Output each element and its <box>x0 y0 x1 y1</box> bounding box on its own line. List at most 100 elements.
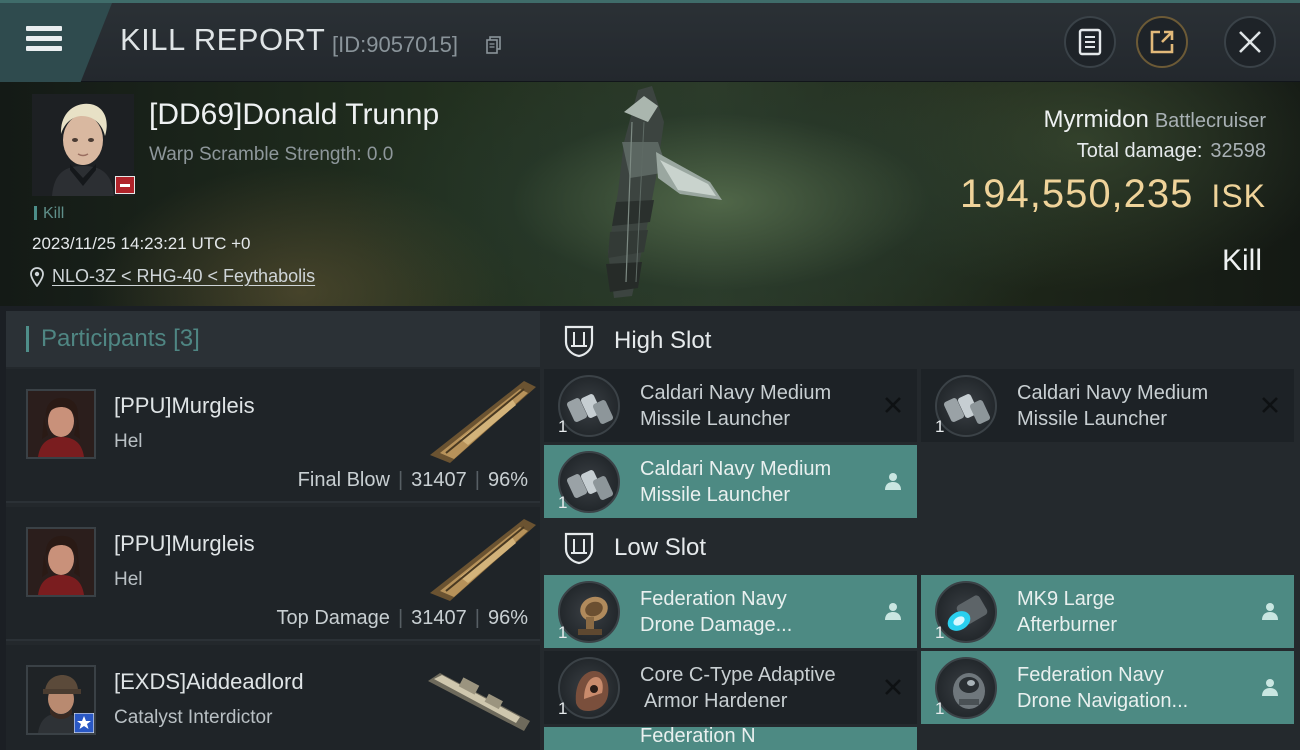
module-name: Caldari Navy Medium Missile Launcher <box>1017 380 1247 432</box>
close-icon <box>1239 31 1261 53</box>
location-link[interactable]: NLO-3Z < RHG-40 < Feythabolis <box>30 266 315 287</box>
location-text[interactable]: NLO-3Z < RHG-40 < Feythabolis <box>52 266 315 287</box>
low-slot-title: Low Slot <box>614 534 707 561</box>
module-item[interactable]: 1 Federation Navy Drone Damage... <box>544 575 917 648</box>
participant-damage: 31407 <box>411 469 467 491</box>
participant-ship-image <box>430 381 536 463</box>
participant-ship-image <box>430 519 536 601</box>
module-name: Caldari Navy Medium Missile Launcher <box>640 456 870 508</box>
participant-percent: 96% <box>487 607 528 629</box>
share-button[interactable] <box>1136 16 1188 68</box>
person-icon <box>1262 679 1278 696</box>
person-icon <box>1262 603 1278 620</box>
isk-unit: ISK <box>1211 178 1266 214</box>
ship-class: Battlecruiser <box>1154 110 1266 132</box>
hamburger-menu-icon[interactable] <box>26 24 64 54</box>
participant-percent: 96% <box>487 469 528 491</box>
hostile-standing-badge <box>115 176 135 194</box>
module-item[interactable]: 1 MK9 Large Afterburner <box>921 575 1294 648</box>
participant-damage: 31407 <box>411 607 467 629</box>
high-slot-header: High Slot <box>540 313 1300 369</box>
module-quantity: 1 <box>935 417 945 436</box>
x-icon <box>885 679 901 695</box>
report-id: [ID:9057015] <box>332 32 458 57</box>
module-quantity: 1 <box>935 699 945 718</box>
total-damage-value: 32598 <box>1210 140 1266 162</box>
isk-value: 194,550,235 ISK <box>960 172 1266 217</box>
module-name-line2: Afterburner <box>1017 614 1118 636</box>
module-name-line1: MK9 Large <box>1017 588 1115 610</box>
participant-portrait[interactable] <box>26 665 96 735</box>
module-item[interactable]: 1 Caldari Navy Medium Missile Launcher <box>544 369 917 442</box>
module-name: Federation N <box>640 727 870 749</box>
module-name-line2: Armor Hardener <box>644 690 788 712</box>
module-item[interactable]: 1 Core C-Type Adaptive Armor Hardener <box>544 651 917 724</box>
copy-icon[interactable] <box>486 36 502 54</box>
participant-role: Final Blow <box>297 469 390 491</box>
participants-label: Participants <box>41 325 167 352</box>
x-icon <box>885 397 901 413</box>
module-quantity: 1 <box>558 699 568 718</box>
low-slot-header: Low Slot <box>540 520 1300 576</box>
kill-tag: Kill <box>34 205 64 223</box>
module-item[interactable]: 1 Caldari Navy Medium Missile Launcher <box>544 445 917 518</box>
participant-role: Top Damage <box>276 607 390 629</box>
participant-name[interactable]: [EXDS]Aiddeadlord <box>114 669 304 695</box>
slot-shield-icon <box>564 325 594 358</box>
star-badge-icon <box>74 713 94 733</box>
module-name: Caldari Navy Medium Missile Launcher <box>640 380 870 432</box>
module-name-line1: Federation N <box>640 727 756 747</box>
participant-portrait[interactable] <box>26 527 96 597</box>
participant-portrait[interactable] <box>26 389 96 459</box>
top-bar: KILL REPORT [ID:9057015] <box>0 0 1300 82</box>
module-name: MK9 Large Afterburner <box>1017 586 1247 638</box>
ship-name-text: Myrmidon <box>1043 106 1149 133</box>
report-button[interactable] <box>1064 16 1116 68</box>
fitting-panel: High Slot 1 Caldari Navy Medium Missile … <box>540 311 1300 750</box>
slot-shield-icon <box>564 532 594 565</box>
page-title: KILL REPORT <box>120 22 326 57</box>
module-item[interactable]: 1 Caldari Navy Medium Missile Launcher <box>921 369 1294 442</box>
result-label: Kill <box>1221 244 1262 277</box>
module-name-line1: Caldari Navy Medium <box>1017 382 1209 404</box>
victim-ship-render <box>606 86 722 298</box>
participant-ship: Hel <box>114 431 143 452</box>
victim-name[interactable]: [DD69]Donald Trunnp <box>149 98 439 132</box>
x-icon <box>1262 397 1278 413</box>
high-slot-title: High Slot <box>614 327 712 354</box>
participant-name[interactable]: [PPU]Murgleis <box>114 531 255 557</box>
participants-header[interactable]: Participants [3] <box>6 311 540 367</box>
participant-ship-image <box>428 673 530 731</box>
participant-row[interactable]: [PPU]Murgleis Hel Final Blow | 31407 | 96% <box>6 369 540 503</box>
module-quantity: 1 <box>558 493 568 512</box>
module-item[interactable]: Federation N <box>544 727 917 750</box>
person-icon <box>885 603 901 620</box>
ship-name[interactable]: Myrmidon Battlecruiser <box>1043 106 1266 134</box>
document-icon <box>1078 28 1102 56</box>
person-icon <box>885 473 901 490</box>
warp-scramble-strength: Warp Scramble Strength: 0.0 <box>149 144 394 165</box>
total-damage: Total damage: 32598 <box>1077 140 1266 163</box>
module-item[interactable]: 1 Federation Navy Drone Navigation... <box>921 651 1294 724</box>
participants-panel: Participants [3] [PPU]Murgleis Hel Final… <box>6 311 540 750</box>
module-name: Core C-Type Adaptive Armor Hardener <box>640 662 870 714</box>
participant-row[interactable]: [EXDS]Aiddeadlord Catalyst Interdictor <box>6 645 540 750</box>
map-pin-icon <box>30 266 44 287</box>
close-button[interactable] <box>1224 16 1276 68</box>
module-name-line1: Caldari Navy Medium <box>640 382 832 404</box>
victim-summary: [DD69]Donald Trunnp Warp Scramble Streng… <box>0 82 1300 306</box>
participant-name[interactable]: [PPU]Murgleis <box>114 393 255 419</box>
module-name: Federation Navy Drone Damage... <box>640 586 870 638</box>
module-name-line2: Drone Navigation... <box>1017 690 1189 712</box>
participant-stats: Top Damage | 31407 | 96% <box>276 607 528 629</box>
participant-row[interactable]: [PPU]Murgleis Hel Top Damage | 31407 | 96% <box>6 507 540 641</box>
module-name-line1: Federation Navy <box>1017 664 1164 686</box>
module-quantity: 1 <box>558 623 568 642</box>
module-name-line1: Federation Navy <box>640 588 787 610</box>
participant-ship: Catalyst Interdictor <box>114 707 273 728</box>
module-name-line2: Missile Launcher <box>640 484 791 506</box>
kill-timestamp: 2023/11/25 14:23:21 UTC +0 <box>32 234 251 253</box>
participant-ship: Hel <box>114 569 143 590</box>
module-quantity: 1 <box>558 417 568 436</box>
module-name-line1: Caldari Navy Medium <box>640 458 832 480</box>
